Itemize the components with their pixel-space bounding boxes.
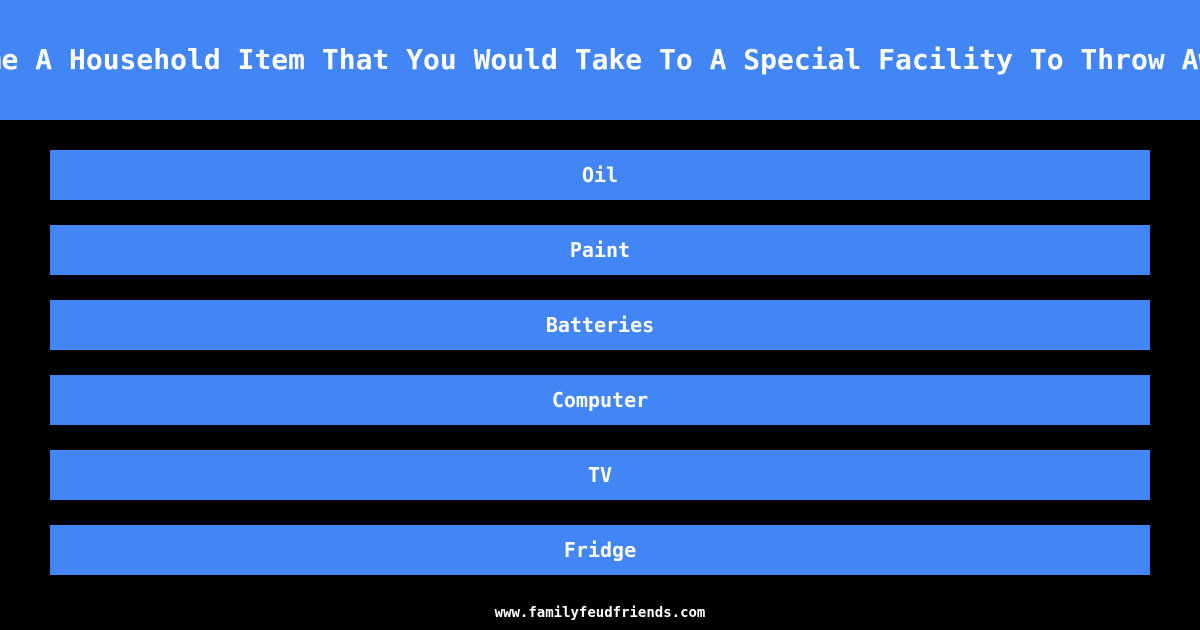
- answer-label: Batteries: [545, 313, 655, 337]
- question-banner: Name A Household Item That You Would Tak…: [0, 0, 1200, 120]
- answer-row[interactable]: Oil: [50, 150, 1150, 200]
- answer-label: Oil: [581, 163, 619, 187]
- answer-row[interactable]: Paint: [50, 225, 1150, 275]
- answer-label: Paint: [569, 238, 631, 262]
- answer-row[interactable]: Computer: [50, 375, 1150, 425]
- answer-row[interactable]: Batteries: [50, 300, 1150, 350]
- site-url[interactable]: www.familyfeudfriends.com: [495, 606, 706, 620]
- answer-row[interactable]: Fridge: [50, 525, 1150, 575]
- answer-row[interactable]: TV: [50, 450, 1150, 500]
- question-title: Name A Household Item That You Would Tak…: [0, 43, 1200, 76]
- footer: www.familyfeudfriends.com: [0, 596, 1200, 630]
- question-card: Name A Household Item That You Would Tak…: [0, 0, 1200, 630]
- answer-label: Fridge: [563, 538, 637, 562]
- answer-label: TV: [587, 463, 613, 487]
- answer-label: Computer: [551, 388, 649, 412]
- answers-list: Oil Paint Batteries Computer TV Fridge: [50, 150, 1150, 575]
